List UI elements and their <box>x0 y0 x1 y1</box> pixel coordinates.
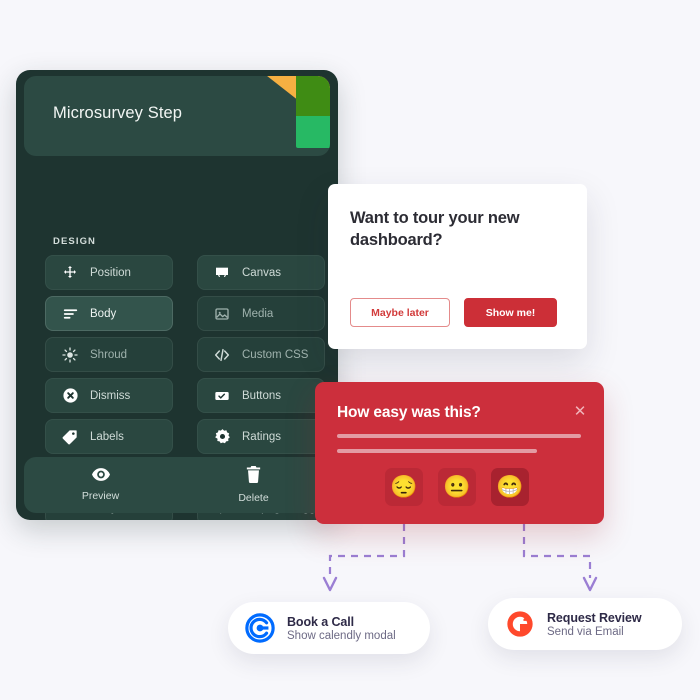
editor-item-label: Shroud <box>90 348 128 361</box>
microsurvey-editor-panel: Microsurvey Step DESIGN Position Canvas <box>16 70 338 520</box>
g2-logo-icon <box>505 609 535 639</box>
image-icon <box>213 305 231 323</box>
editor-item-label: Canvas <box>242 266 281 279</box>
survey-title: How easy was this? <box>337 404 481 421</box>
preview-button[interactable]: Preview <box>24 457 177 513</box>
tooltip-title: Want to tour your new dashboard? <box>350 209 520 249</box>
action-pill-request-review[interactable]: Request Review Send via Email <box>488 598 682 650</box>
microsurvey-preview-card: How easy was this? ✕ 😔 😐 😁 <box>315 382 604 524</box>
placeholder-line <box>337 449 537 453</box>
editor-item-buttons[interactable]: Buttons <box>197 378 325 413</box>
emerald-wedge-shape <box>296 116 330 148</box>
placeholder-line <box>337 434 581 438</box>
delete-button[interactable]: Delete <box>177 457 330 513</box>
gear-icon <box>213 428 231 446</box>
section-label-design: DESIGN <box>53 236 97 247</box>
tag-icon <box>61 428 79 446</box>
editor-item-body[interactable]: Body <box>45 296 173 331</box>
editor-item-dismiss[interactable]: Dismiss <box>45 378 173 413</box>
editor-item-label: Position <box>90 266 131 279</box>
editor-footer-bar: Preview Delete <box>24 457 330 513</box>
sun-icon <box>61 346 79 364</box>
pill-text-block: Book a Call Show calendly modal <box>287 615 396 642</box>
editor-item-shroud[interactable]: Shroud <box>45 337 173 372</box>
code-icon <box>213 346 231 364</box>
pill-title: Request Review <box>547 610 642 625</box>
editor-item-label: Custom CSS <box>242 348 309 361</box>
editor-item-position[interactable]: Position <box>45 255 173 290</box>
editor-item-ratings[interactable]: Ratings <box>197 419 325 454</box>
editor-item-label: Labels <box>90 430 124 443</box>
editor-item-label: Ratings <box>242 430 281 443</box>
page-title: Microsurvey Step <box>53 104 183 122</box>
button-icon <box>213 387 231 405</box>
canvas-stage: Microsurvey Step DESIGN Position Canvas <box>0 0 700 700</box>
editor-item-canvas[interactable]: Canvas <box>197 255 325 290</box>
editor-item-label: Media <box>242 307 274 320</box>
eye-icon <box>91 468 110 486</box>
pill-title: Book a Call <box>287 614 354 629</box>
pensive-face-emoji[interactable]: 😔 <box>385 468 423 506</box>
action-pill-book-a-call[interactable]: Book a Call Show calendly modal <box>228 602 430 654</box>
calendly-logo-icon <box>245 613 275 643</box>
neutral-face-emoji[interactable]: 😐 <box>438 468 476 506</box>
pill-text-block: Request Review Send via Email <box>547 610 642 638</box>
tooltip-button-row: Maybe later Show me! <box>350 298 557 327</box>
grinning-face-emoji[interactable]: 😁 <box>491 468 529 506</box>
editor-item-custom-css[interactable]: Custom CSS <box>197 337 325 372</box>
close-circle-icon <box>61 387 79 405</box>
delete-label: Delete <box>238 492 269 504</box>
editor-item-labels[interactable]: Labels <box>45 419 173 454</box>
editor-item-label: Buttons <box>242 389 281 402</box>
pill-subtitle: Send via Email <box>547 625 624 638</box>
header-decoration <box>250 76 330 156</box>
editor-item-label: Dismiss <box>90 389 131 402</box>
trash-icon <box>246 466 261 488</box>
maybe-later-button[interactable]: Maybe later <box>350 298 450 327</box>
show-me-button[interactable]: Show me! <box>464 298 557 327</box>
move-icon <box>61 264 79 282</box>
close-icon[interactable]: ✕ <box>572 403 588 419</box>
preview-label: Preview <box>81 490 120 502</box>
editor-item-media[interactable]: Media <box>197 296 325 331</box>
editor-header: Microsurvey Step <box>24 76 330 156</box>
emoji-rating-row: 😔 😐 😁 <box>385 468 529 506</box>
pill-subtitle: Show calendly modal <box>287 629 396 642</box>
green-wedge-mask <box>294 76 330 156</box>
canvas-icon <box>213 264 231 282</box>
tooltip-preview-card: Want to tour your new dashboard? Maybe l… <box>328 184 587 349</box>
editor-item-label: Body <box>90 307 117 320</box>
body-icon <box>61 305 79 323</box>
